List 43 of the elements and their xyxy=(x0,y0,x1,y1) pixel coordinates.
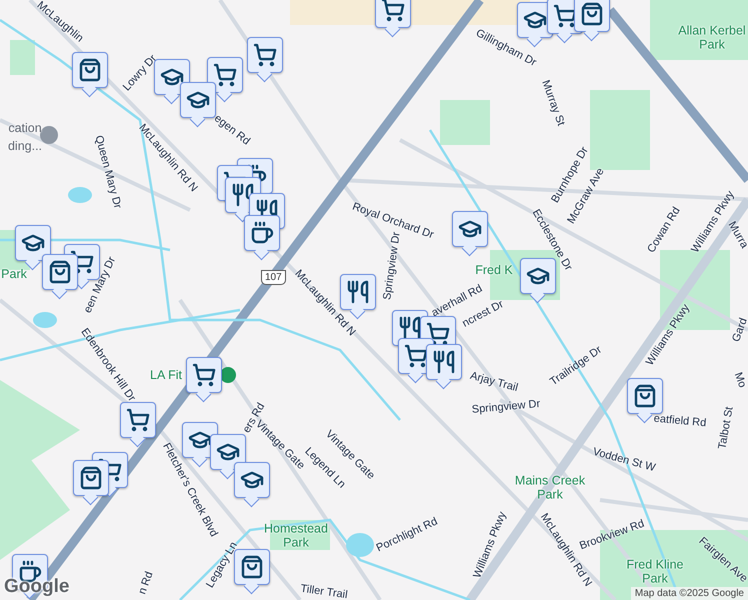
fork-and-knife-icon xyxy=(398,316,422,340)
fork-and-knife-icon xyxy=(346,280,370,304)
place-label: Allan Kerbel Park xyxy=(678,24,746,52)
street-label: Mo xyxy=(732,370,748,390)
street-label: Talbot St xyxy=(716,406,736,450)
street-label: Springview Dr xyxy=(471,398,541,416)
street-label: Arjay Trail xyxy=(468,370,520,394)
shopping-cart-icon xyxy=(426,322,450,346)
coffee-cup-icon xyxy=(250,221,274,245)
poi-label: cation xyxy=(8,122,42,136)
street-label: eatfield Rd xyxy=(653,412,707,430)
street-label: Murray St xyxy=(539,78,567,128)
highway-shield: 107 xyxy=(261,270,286,285)
street-label: egen Rd xyxy=(212,112,252,148)
street-label: Vodden St W xyxy=(591,446,657,474)
shopping-bag-icon xyxy=(240,555,264,579)
place-label: Mains Creek Park xyxy=(514,474,586,502)
street-label: een Mary Dr xyxy=(82,255,118,315)
place-label: Fred Kline Park xyxy=(626,558,684,586)
shopping-cart-icon xyxy=(126,408,150,432)
shopping-bag-icon xyxy=(48,260,72,284)
street-label: Gard xyxy=(730,316,748,344)
shopping-bag-icon xyxy=(79,466,103,490)
street-label: Tiller Trail xyxy=(300,582,348,600)
street-label: Springview Dr xyxy=(381,231,403,301)
shopping-cart-icon xyxy=(381,0,405,22)
map-attribution: Map data ©2025 Google xyxy=(630,587,748,600)
shopping-bag-icon xyxy=(633,384,657,408)
place-label: LA Fit xyxy=(150,369,182,383)
place-label: Fred K xyxy=(475,264,513,278)
shopping-cart-icon xyxy=(192,363,216,387)
place-label: Homestead Park xyxy=(263,522,329,550)
fork-and-knife-icon xyxy=(432,350,456,374)
place-label: Park xyxy=(1,268,27,282)
shopping-bag-icon xyxy=(580,2,604,26)
street-label: Queen Mary Dr xyxy=(92,134,124,210)
shopping-cart-icon xyxy=(404,344,428,368)
shopping-bag-icon xyxy=(78,58,102,82)
poi-label: ding... xyxy=(8,140,42,154)
shopping-cart-icon xyxy=(213,63,237,87)
shopping-cart-icon xyxy=(553,4,577,28)
shopping-cart-icon xyxy=(253,43,277,67)
street-label: n Rd xyxy=(136,570,156,596)
